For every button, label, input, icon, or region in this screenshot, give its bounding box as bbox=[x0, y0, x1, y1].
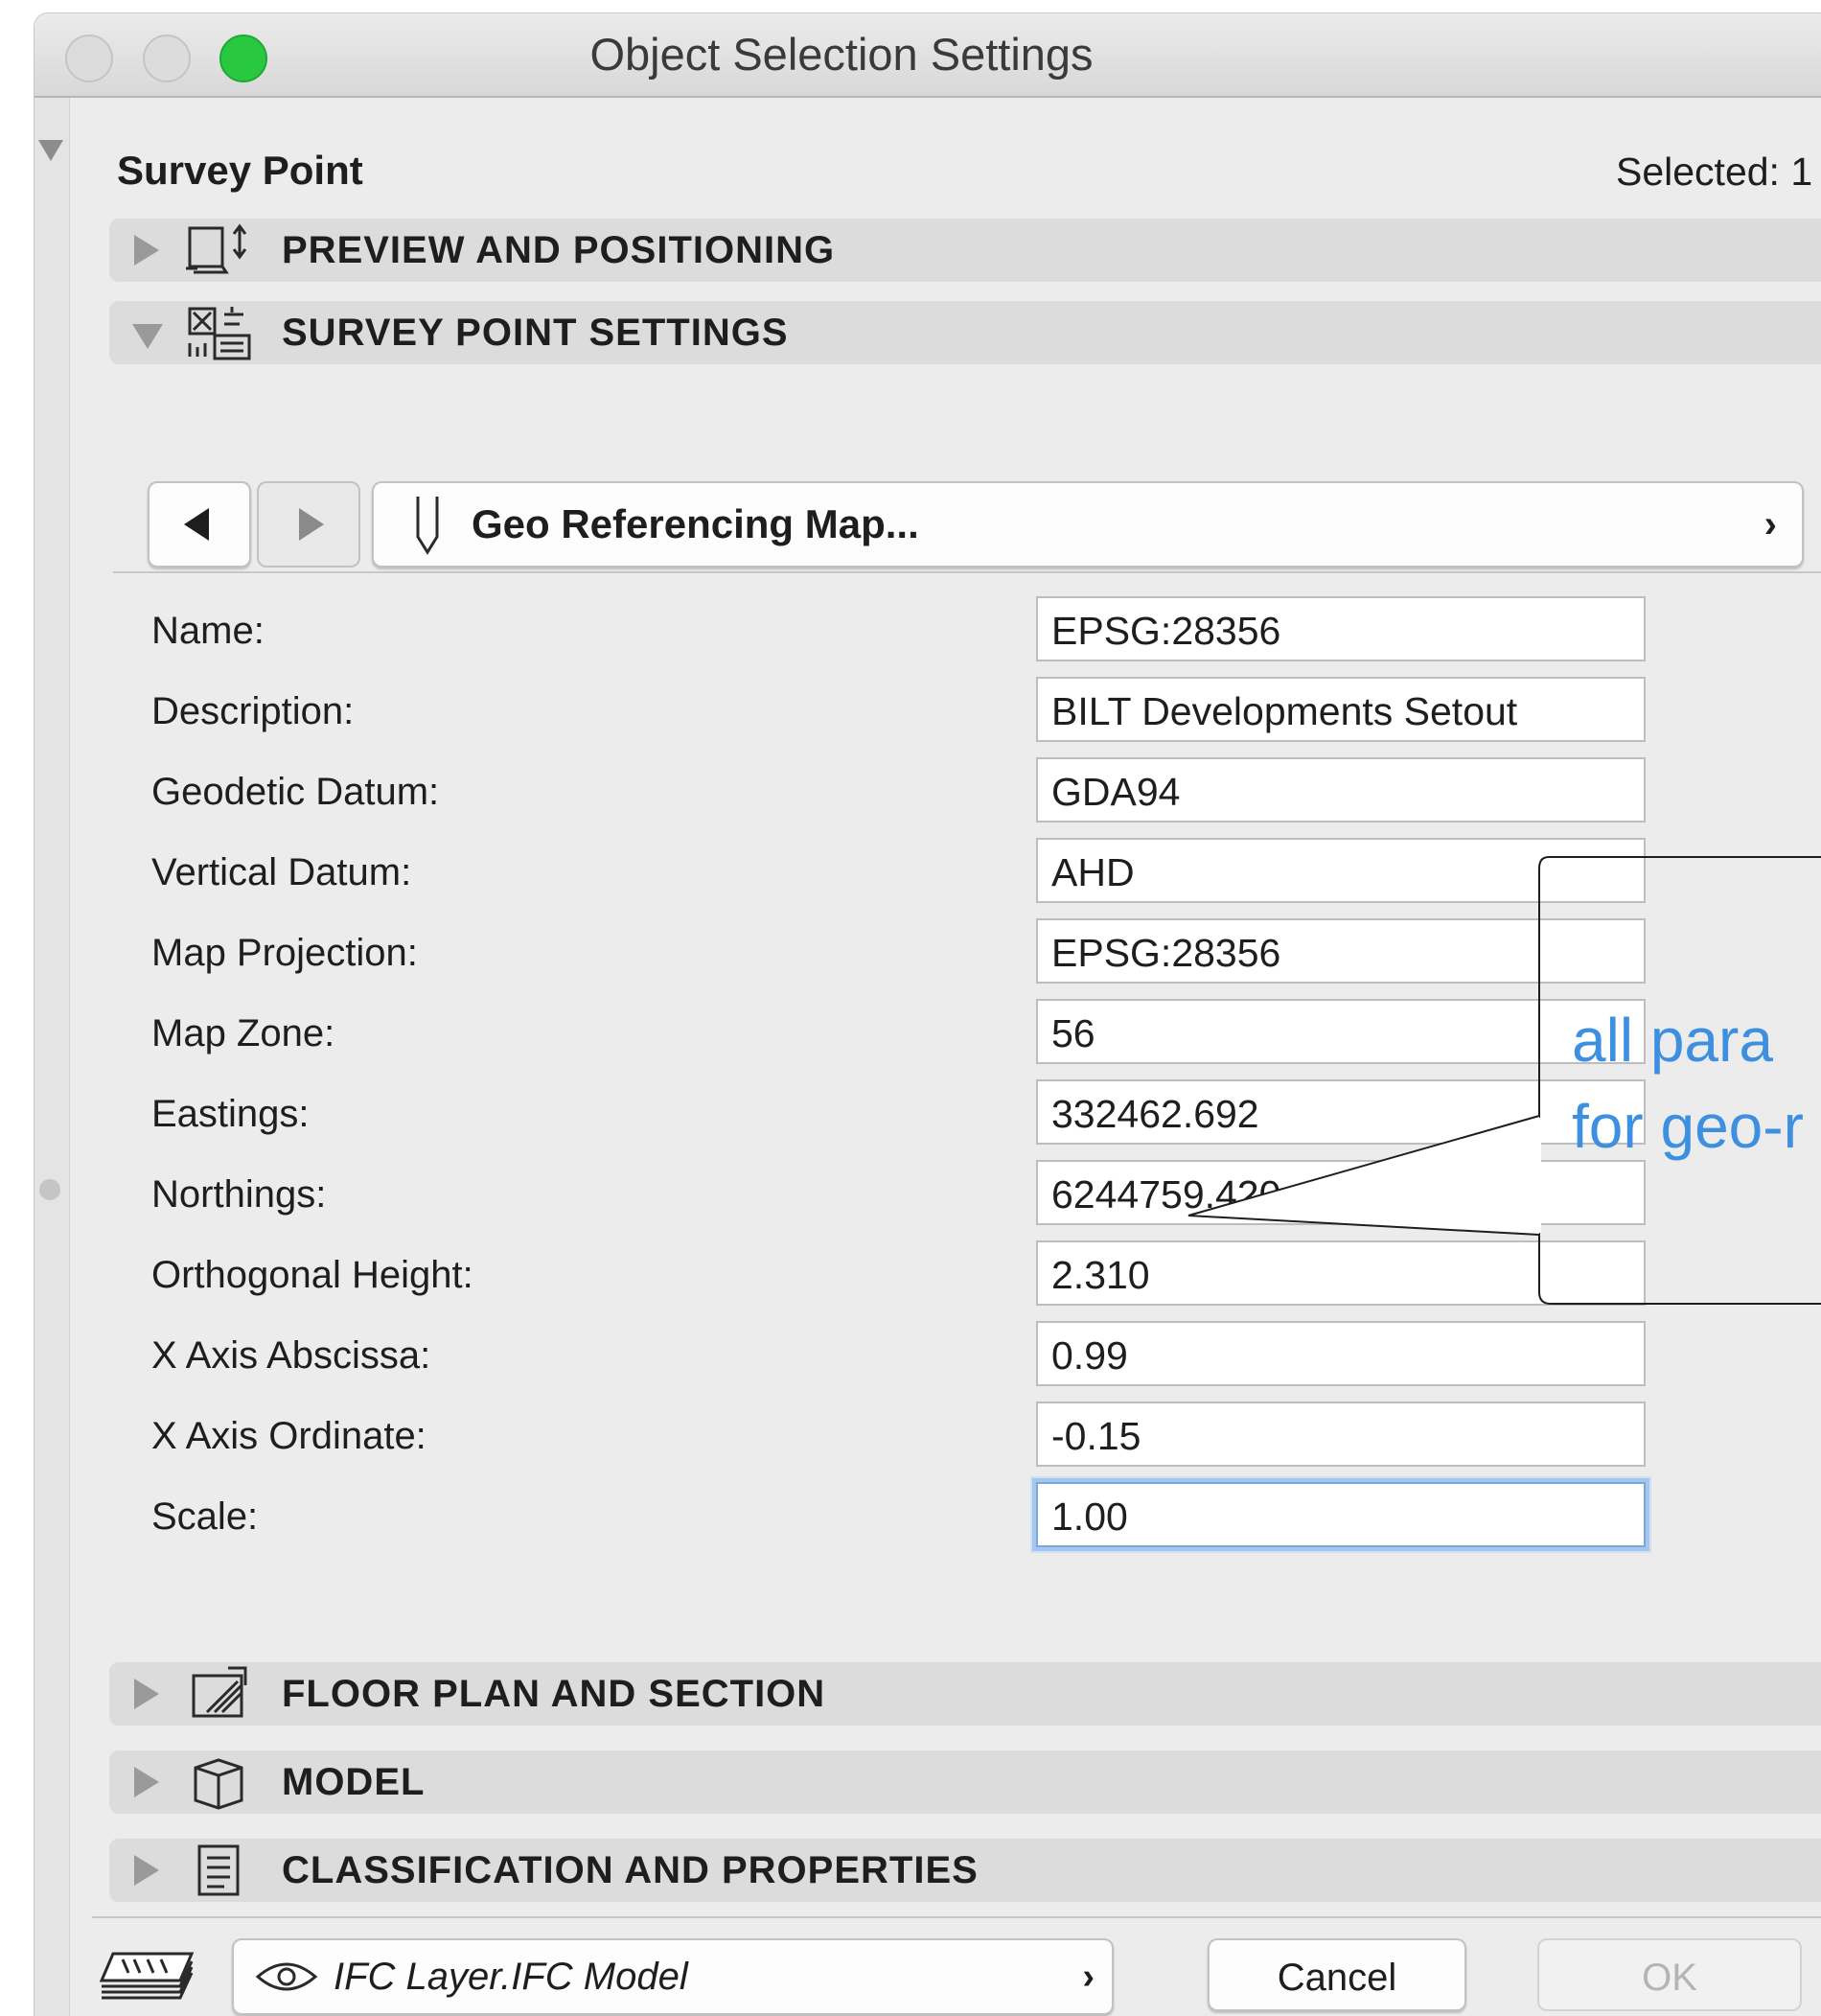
field-label-x-axis-ordinate: X Axis Ordinate: bbox=[151, 1415, 426, 1457]
section-label: SURVEY POINT SETTINGS bbox=[282, 312, 789, 354]
collapse-triangle-icon[interactable] bbox=[38, 140, 63, 161]
page-navigation: Geo Referencing Map... › bbox=[113, 475, 1821, 573]
scale-field[interactable] bbox=[1036, 1482, 1646, 1547]
disclosure-triangle-icon[interactable] bbox=[134, 235, 159, 266]
layer-name: IFC Layer.IFC Model bbox=[334, 1956, 688, 1998]
geodetic-datum-field[interactable] bbox=[1036, 757, 1646, 823]
chevron-right-icon: › bbox=[1082, 1957, 1095, 1997]
window-title: Object Selection Settings bbox=[589, 29, 1094, 80]
disclosure-triangle-open-icon[interactable] bbox=[132, 324, 163, 349]
field-label-eastings: Eastings: bbox=[151, 1093, 310, 1135]
arrow-left-icon bbox=[184, 508, 209, 541]
model-cube-icon bbox=[194, 1758, 243, 1810]
description-field[interactable] bbox=[1036, 677, 1646, 742]
footer-divider bbox=[92, 1916, 1821, 1918]
field-label-map-projection: Map Projection: bbox=[151, 932, 418, 974]
x-axis-abscissa-field[interactable] bbox=[1036, 1321, 1646, 1386]
field-label-vertical-datum: Vertical Datum: bbox=[151, 851, 412, 893]
section-label: MODEL bbox=[282, 1761, 426, 1803]
previous-page-button[interactable] bbox=[148, 481, 251, 568]
floor-plan-section-icon bbox=[192, 1666, 247, 1718]
section-floor-plan-section[interactable]: FLOOR PLAN AND SECTION bbox=[109, 1662, 1821, 1726]
section-label: CLASSIFICATION AND PROPERTIES bbox=[282, 1849, 979, 1891]
page-selector-label: Geo Referencing Map... bbox=[472, 501, 919, 546]
annotation-callout-pointer bbox=[1187, 1115, 1541, 1236]
survey-point-settings-icon bbox=[188, 307, 251, 360]
section-survey-point-settings[interactable]: SURVEY POINT SETTINGS bbox=[109, 301, 1821, 364]
classification-list-icon bbox=[197, 1844, 240, 1896]
section-model[interactable]: MODEL bbox=[109, 1750, 1821, 1814]
page-selector[interactable]: Geo Referencing Map... › bbox=[372, 481, 1804, 568]
disclosure-triangle-icon[interactable] bbox=[134, 1767, 159, 1797]
chevron-right-icon: › bbox=[1763, 503, 1777, 545]
disclosure-triangle-icon[interactable] bbox=[134, 1679, 159, 1709]
resize-handle-icon[interactable] bbox=[39, 1179, 60, 1200]
section-label: FLOOR PLAN AND SECTION bbox=[282, 1673, 826, 1715]
ok-button[interactable]: OK bbox=[1537, 1938, 1802, 2011]
annotation-line-1: all para bbox=[1572, 1006, 1773, 1075]
pen-icon bbox=[416, 497, 439, 555]
selected-count: Selected: 1 bbox=[1616, 150, 1813, 194]
field-label-description: Description: bbox=[151, 690, 355, 732]
section-classification-properties[interactable]: CLASSIFICATION AND PROPERTIES bbox=[109, 1839, 1821, 1902]
preview-positioning-icon bbox=[186, 223, 247, 274]
field-label-geodetic-datum: Geodetic Datum: bbox=[151, 771, 440, 813]
arrow-right-icon bbox=[299, 508, 324, 541]
field-label-orthogonal-height: Orthogonal Height: bbox=[151, 1254, 473, 1296]
section-label: PREVIEW AND POSITIONING bbox=[282, 229, 836, 271]
next-page-button[interactable] bbox=[257, 481, 360, 568]
field-label-map-zone: Map Zone: bbox=[151, 1012, 335, 1054]
object-type-title: Survey Point bbox=[117, 148, 363, 193]
x-axis-ordinate-field[interactable] bbox=[1036, 1402, 1646, 1467]
cancel-button[interactable]: Cancel bbox=[1208, 1938, 1466, 2011]
collapse-strip[interactable] bbox=[35, 98, 70, 2016]
title-bar[interactable]: Object Selection Settings bbox=[35, 13, 1821, 98]
layer-selector[interactable]: IFC Layer.IFC Model › bbox=[232, 1938, 1114, 2015]
field-label-northings: Northings: bbox=[151, 1173, 327, 1216]
annotation-text: all para for geo-r bbox=[1572, 997, 1821, 1198]
annotation-line-2: for geo-r bbox=[1572, 1092, 1804, 1161]
field-label-scale: Scale: bbox=[151, 1495, 259, 1538]
section-preview-positioning[interactable]: PREVIEW AND POSITIONING bbox=[109, 219, 1821, 282]
field-label-x-axis-abscissa: X Axis Abscissa: bbox=[151, 1334, 431, 1377]
eye-icon bbox=[255, 1962, 318, 1991]
disclosure-triangle-icon[interactable] bbox=[134, 1855, 159, 1886]
layers-icon bbox=[100, 1952, 195, 2000]
field-label-name: Name: bbox=[151, 610, 265, 652]
name-field[interactable] bbox=[1036, 596, 1646, 661]
